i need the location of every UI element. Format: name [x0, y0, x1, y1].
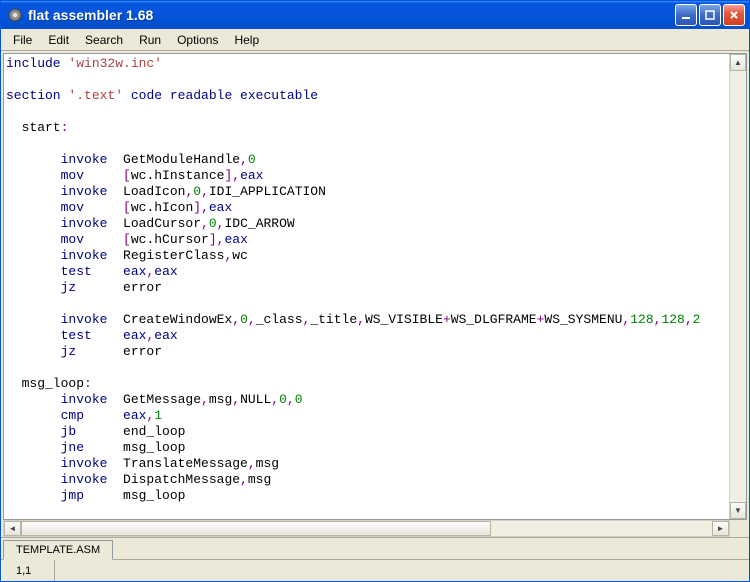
hscroll-track[interactable] — [21, 521, 712, 536]
vscroll-track[interactable] — [730, 71, 746, 502]
minimize-button[interactable] — [675, 4, 697, 26]
hscroll-row: ◄ ► — [3, 520, 747, 537]
menu-run[interactable]: Run — [131, 31, 169, 49]
statusbar: 1,1 — [1, 559, 749, 581]
code-editor[interactable]: include 'win32w.inc' section '.text' cod… — [4, 54, 729, 519]
file-tabbar: TEMPLATE.ASM — [1, 537, 749, 559]
scroll-down-icon[interactable]: ▼ — [730, 502, 746, 519]
vertical-scrollbar[interactable]: ▲ ▼ — [729, 54, 746, 519]
app-icon — [7, 7, 23, 23]
menu-file[interactable]: File — [5, 31, 40, 49]
scroll-corner — [730, 520, 747, 537]
maximize-button[interactable] — [699, 4, 721, 26]
scroll-left-icon[interactable]: ◄ — [4, 521, 21, 536]
code-viewport: include 'win32w.inc' section '.text' cod… — [3, 53, 747, 520]
editor-area: include 'win32w.inc' section '.text' cod… — [1, 51, 749, 559]
cursor-position: 1,1 — [1, 560, 55, 581]
scroll-up-icon[interactable]: ▲ — [730, 54, 746, 71]
hscroll-thumb[interactable] — [21, 521, 491, 536]
close-button[interactable] — [723, 4, 745, 26]
menu-edit[interactable]: Edit — [40, 31, 77, 49]
window-title: flat assembler 1.68 — [28, 7, 675, 23]
main-window: flat assembler 1.68 File Edit Search Run… — [0, 0, 750, 582]
scroll-right-icon[interactable]: ► — [712, 521, 729, 536]
menubar: File Edit Search Run Options Help — [1, 29, 749, 51]
horizontal-scrollbar[interactable]: ◄ ► — [3, 520, 730, 537]
menu-help[interactable]: Help — [226, 31, 267, 49]
file-tab-template[interactable]: TEMPLATE.ASM — [3, 540, 113, 560]
menu-search[interactable]: Search — [77, 31, 131, 49]
menu-options[interactable]: Options — [169, 31, 226, 49]
titlebar[interactable]: flat assembler 1.68 — [1, 1, 749, 29]
window-controls — [675, 4, 745, 26]
